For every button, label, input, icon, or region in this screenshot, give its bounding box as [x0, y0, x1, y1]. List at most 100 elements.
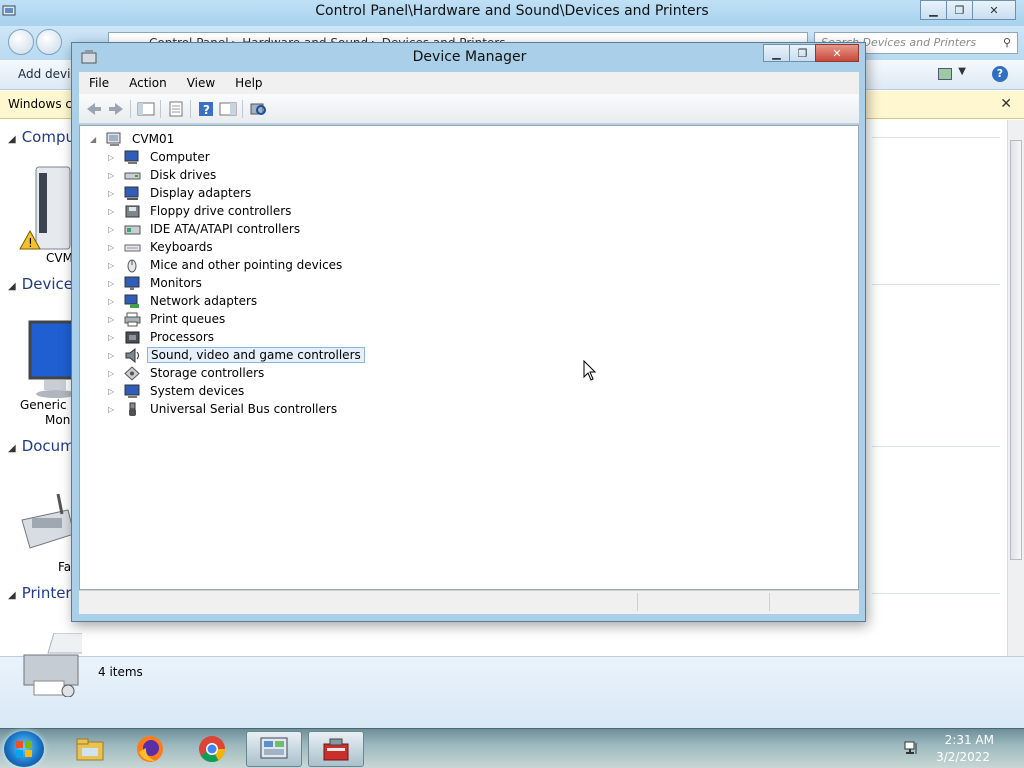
printer-icon [124, 312, 141, 326]
tree-node-processors[interactable]: ▷ Processors [108, 328, 217, 346]
tree-node-mice-and-other-pointing-devices[interactable]: ▷ Mice and other pointing devices [108, 256, 345, 274]
menu-help[interactable]: Help [225, 72, 272, 94]
expand-icon[interactable]: ▷ [108, 261, 118, 270]
action-pane-icon[interactable] [219, 101, 237, 117]
network-icon[interactable] [904, 741, 920, 755]
tree-node-floppy-drive-controllers[interactable]: ▷ Floppy drive controllers [108, 202, 294, 220]
network-adapter-icon [124, 294, 139, 308]
bg-title-bar: Control Panel\Hardware and Sound\Devices… [0, 0, 1024, 26]
taskbar-file-explorer[interactable] [62, 731, 118, 767]
expand-icon[interactable]: ▷ [108, 369, 118, 378]
tree-node-label: Disk drives [150, 168, 217, 182]
back-button[interactable] [8, 29, 34, 55]
expand-icon[interactable]: ▷ [108, 387, 118, 396]
taskbar-control-panel[interactable] [246, 731, 302, 767]
info-bar-text: Windows ca [8, 97, 80, 111]
printer-device-icon [23, 633, 82, 697]
change-view-icon[interactable] [938, 68, 952, 80]
expand-icon[interactable]: ▷ [108, 351, 118, 360]
tree-node-system-devices[interactable]: ▷ System devices [108, 382, 247, 400]
svg-text:!: ! [28, 236, 33, 250]
root-label: CVM01 [132, 132, 175, 146]
tree-node-print-queues[interactable]: ▷ Print queues [108, 310, 228, 328]
vertical-scrollbar[interactable] [1007, 120, 1024, 656]
expand-icon[interactable]: ▷ [108, 243, 118, 252]
display-adapter-icon [124, 186, 139, 200]
taskbar-firefox[interactable] [122, 731, 178, 767]
monitor-device-icon[interactable] [28, 320, 74, 398]
minimize-button[interactable]: ▁ [920, 0, 947, 20]
expand-icon[interactable]: ▷ [108, 315, 118, 324]
clock-date[interactable]: 3/2/2022 [936, 750, 990, 764]
help-icon[interactable]: ? [992, 66, 1008, 82]
show-hide-console-tree-icon[interactable] [137, 101, 155, 117]
status-bar [79, 590, 859, 614]
tree-node-network-adapters[interactable]: ▷ Network adapters [108, 292, 260, 310]
expand-icon[interactable]: ▷ [108, 153, 118, 162]
tree-node-monitors[interactable]: ▷ Monitors [108, 274, 205, 292]
disk-drive-icon [124, 172, 141, 179]
search-icon[interactable]: ⚲ [1003, 36, 1011, 49]
chevron-down-icon[interactable]: ▼ [958, 66, 966, 77]
taskbar-chrome[interactable] [184, 731, 240, 767]
menu-file[interactable]: File [79, 72, 119, 94]
section-computer[interactable]: ◢ Comput [8, 128, 81, 146]
section-devices[interactable]: ◢ Devices [8, 275, 81, 293]
window-title: Device Manager [412, 49, 527, 65]
firefox-icon [137, 736, 163, 762]
scan-hardware-icon[interactable] [249, 101, 267, 117]
bg-window-title: Control Panel\Hardware and Sound\Devices… [315, 3, 709, 19]
tree-node-sound-video-and-game-controllers[interactable]: ▷ Sound, video and game controllers [108, 346, 365, 364]
forward-arrow-icon[interactable] [107, 101, 125, 117]
computer-device-icon[interactable]: ! [18, 165, 74, 255]
menu-view[interactable]: View [177, 72, 225, 94]
expand-icon[interactable]: ▷ [108, 405, 118, 414]
tree-node-label: Processors [150, 330, 215, 344]
close-button[interactable]: ✕ [972, 0, 1016, 20]
tree-node-disk-drives[interactable]: ▷ Disk drives [108, 166, 219, 184]
windows-logo-icon [16, 741, 32, 757]
close-icon[interactable]: ✕ [1000, 96, 1012, 112]
menu-action[interactable]: Action [119, 72, 177, 94]
maximize-button[interactable]: ❐ [946, 0, 973, 20]
tree-node-display-adapters[interactable]: ▷ Display adapters [108, 184, 254, 202]
back-arrow-icon[interactable] [85, 101, 103, 117]
forward-button[interactable] [36, 29, 62, 55]
tree-node-ide-ata-atapi-controllers[interactable]: ▷ IDE ATA/ATAPI controllers [108, 220, 303, 238]
expand-icon[interactable]: ▷ [108, 225, 118, 234]
usb-icon [129, 402, 136, 416]
expand-icon[interactable]: ▷ [108, 207, 118, 216]
expand-icon[interactable]: ▷ [108, 279, 118, 288]
expand-icon[interactable]: ▷ [108, 171, 118, 180]
fax-device-icon[interactable] [18, 490, 74, 560]
clock-time[interactable]: 2:31 AM [945, 733, 994, 747]
device-label: Mon [45, 413, 71, 427]
expand-icon[interactable]: ▷ [108, 333, 118, 342]
taskbar-device-manager[interactable] [308, 731, 364, 767]
device-manager-window: Device Manager ▁ ❐ ✕ File Action View He… [71, 42, 866, 622]
tree-node-computer[interactable]: ▷ Computer [108, 148, 213, 166]
section-printers[interactable]: ◢ Printers [8, 584, 79, 602]
tree-node-label: Mice and other pointing devices [150, 258, 343, 272]
section-documents[interactable]: ◢ Docum [8, 437, 75, 455]
maximize-button[interactable]: ❐ [789, 44, 816, 62]
tree-root[interactable]: ◢ CVM01 [90, 130, 177, 148]
computer-icon [106, 132, 121, 146]
expand-icon[interactable]: ▷ [108, 189, 118, 198]
device-tree: ◢ CVM01 ▷ Computer ▷ Disk drives ▷ Display ad… [79, 125, 859, 590]
close-button[interactable]: ✕ [815, 44, 859, 62]
tree-node-storage-controllers[interactable]: ▷ Storage controllers [108, 364, 267, 382]
taskbar: 2:31 AM 3/2/2022 [0, 728, 1024, 768]
chrome-icon [199, 736, 226, 763]
tree-node-universal-serial-bus-controllers[interactable]: ▷ Universal Serial Bus controllers [108, 400, 340, 418]
collapse-icon[interactable]: ◢ [90, 135, 100, 144]
tree-node-keyboards[interactable]: ▷ Keyboards [108, 238, 216, 256]
details-pane: 4 items [0, 633, 1024, 728]
help-icon[interactable]: ? [197, 101, 215, 117]
add-device-button[interactable]: Add devic [18, 67, 77, 81]
tree-node-label: Print queues [150, 312, 226, 326]
expand-icon[interactable]: ▷ [108, 297, 118, 306]
minimize-button[interactable]: ▁ [763, 44, 790, 62]
properties-icon[interactable] [167, 101, 185, 117]
start-button[interactable] [4, 731, 44, 767]
